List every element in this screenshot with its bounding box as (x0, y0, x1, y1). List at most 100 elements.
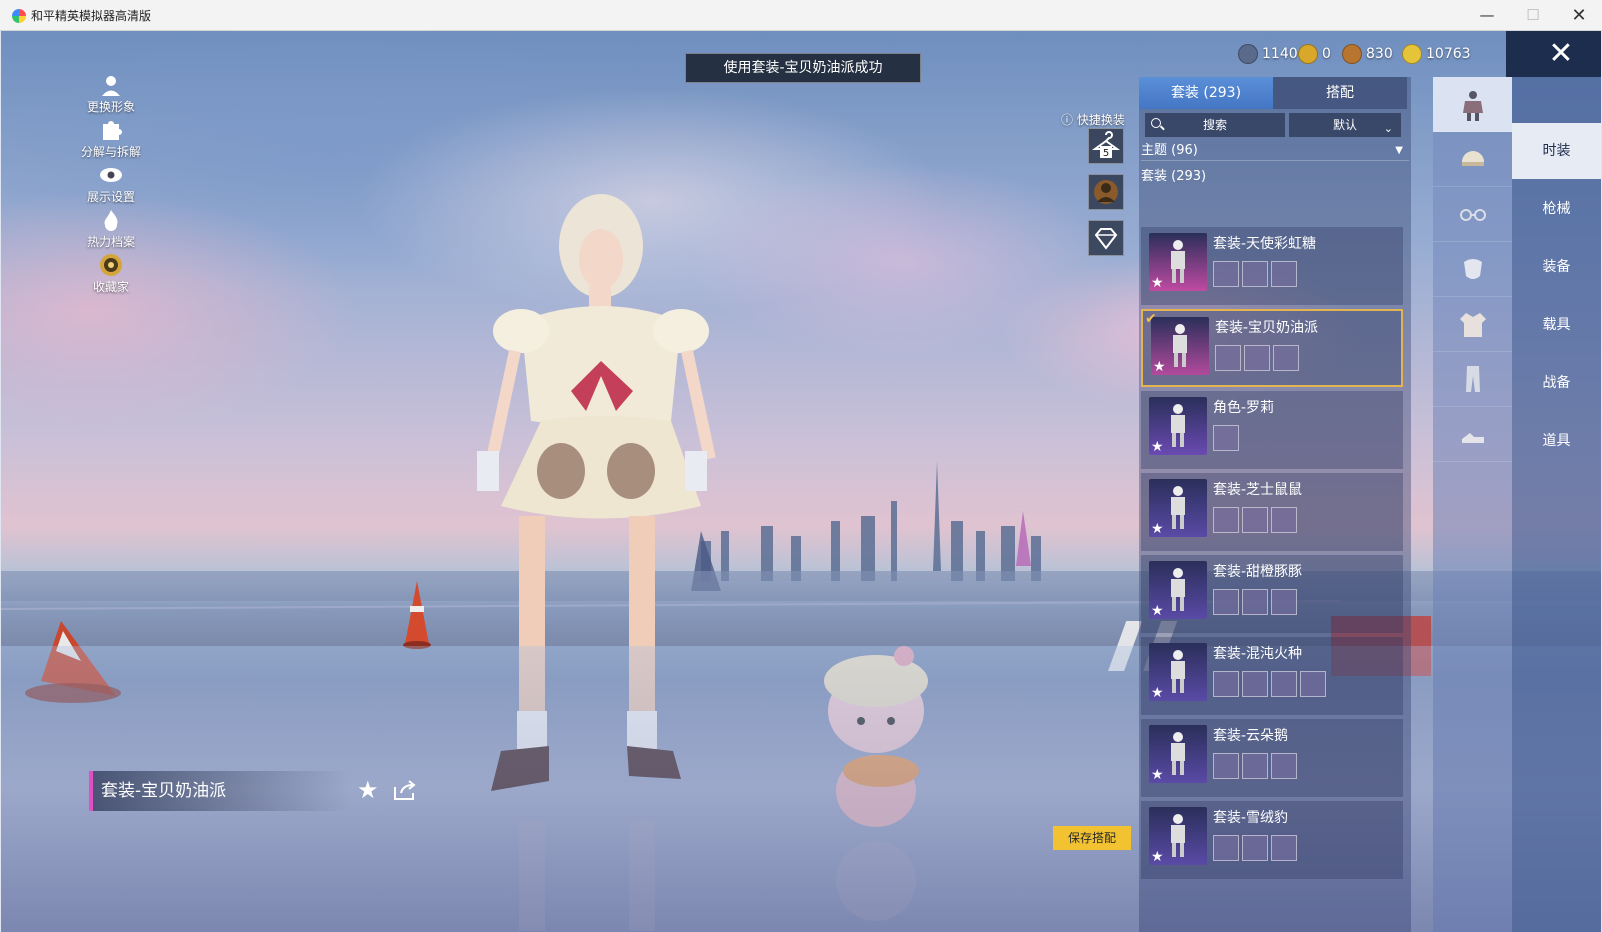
tab-vehicles[interactable]: 载具 (1512, 297, 1601, 353)
outfit-item-thumbnail[interactable] (1271, 671, 1297, 697)
theme-filter[interactable]: 主题 (96) ▼ (1141, 141, 1409, 161)
outfit-item-thumbnail[interactable] (1271, 589, 1297, 615)
outfit-card-name: 套装-混沌火种 (1213, 646, 1303, 662)
chevron-down-icon: ⌄ (1383, 122, 1393, 135)
outfit-item-thumbnail[interactable] (1242, 589, 1268, 615)
notification-toast: 使用套装-宝贝奶油派成功 (685, 53, 921, 83)
app-icon (12, 9, 26, 23)
outfit-item-thumbnail[interactable] (1215, 345, 1241, 371)
tab-fashion[interactable]: 时装 (1512, 123, 1601, 179)
outfit-item-thumbnail[interactable] (1213, 589, 1239, 615)
caret-down-icon: ▼ (1395, 145, 1403, 156)
outfit-item-slots (1213, 671, 1326, 697)
search-row: 搜索 默认 ⌄ (1145, 113, 1405, 137)
currency-value: 1140 (1262, 46, 1298, 62)
favorite-star-icon[interactable]: ★ (357, 776, 379, 804)
set-count: 套装 (293) (1141, 169, 1207, 184)
menu-heat-archive[interactable]: 热力档案 (71, 208, 151, 253)
outfit-item-thumbnail[interactable] (1273, 345, 1299, 371)
tab-sets[interactable]: 套装 (293) (1139, 77, 1273, 109)
outfit-card-name: 套装-甜橙豚豚 (1213, 564, 1303, 580)
outfit-card-name: 角色-罗莉 (1213, 400, 1275, 416)
menu-collector[interactable]: 收藏家 (71, 253, 151, 298)
rarity-star-icon: ★ (1151, 439, 1164, 455)
outfit-item-thumbnail[interactable] (1271, 753, 1297, 779)
rail-shoes[interactable] (1433, 407, 1512, 462)
outfit-item-slots (1215, 345, 1299, 371)
outfit-item-thumbnail[interactable] (1300, 671, 1326, 697)
outfit-card-name: 套装-芝士鼠鼠 (1213, 482, 1303, 498)
outfit-item-thumbnail[interactable] (1242, 671, 1268, 697)
quick-change-wardrobe-button[interactable]: 5 (1088, 128, 1124, 164)
slot-icon-rail (1433, 77, 1512, 932)
outfit-item-thumbnail[interactable] (1242, 835, 1268, 861)
outfit-thumbnail: ★ (1149, 807, 1207, 865)
panel-tabs: 套装 (293) 搭配 (1139, 77, 1411, 109)
quick-change-character-button[interactable] (1088, 174, 1124, 210)
outfit-card-name: 套装-雪绒豹 (1213, 810, 1289, 826)
minimize-button[interactable]: — (1464, 0, 1510, 31)
outfit-card[interactable]: ★ 套装-雪绒豹 (1141, 801, 1403, 879)
outfit-card[interactable]: ★ 套装-混沌火种 (1141, 637, 1403, 715)
rail-pants[interactable] (1433, 352, 1512, 407)
outfit-item-thumbnail[interactable] (1242, 507, 1268, 533)
outfit-item-thumbnail[interactable] (1213, 671, 1239, 697)
rarity-star-icon: ★ (1151, 603, 1164, 619)
outfit-card[interactable]: ★ 套装-云朵鹅 (1141, 719, 1403, 797)
search-placeholder: 搜索 (1202, 118, 1227, 132)
outfit-card[interactable]: ★ 套装-芝士鼠鼠 (1141, 473, 1403, 551)
outfit-card-name: 套装-天使彩虹糖 (1213, 236, 1317, 252)
tab-tactical[interactable]: 战备 (1512, 355, 1601, 411)
outfit-item-thumbnail[interactable] (1242, 261, 1268, 287)
maximize-button[interactable]: ☐ (1510, 0, 1556, 31)
outfit-card[interactable]: ★ ✔ 套装-宝贝奶油派 (1141, 309, 1403, 387)
hanger-icon: 5 (1091, 131, 1121, 159)
outfit-item-thumbnail[interactable] (1271, 835, 1297, 861)
menu-display-settings[interactable]: 展示设置 (71, 163, 151, 208)
outfit-item-thumbnail[interactable] (1213, 835, 1239, 861)
outfit-item-thumbnail[interactable] (1213, 261, 1239, 287)
tab-items[interactable]: 道具 (1512, 413, 1601, 469)
outfit-item-thumbnail[interactable] (1244, 345, 1270, 371)
quick-change-diamond-button[interactable] (1088, 220, 1124, 256)
shoes-icon (1462, 433, 1484, 443)
rail-glasses[interactable] (1433, 187, 1512, 242)
menu-change-avatar[interactable]: 更换形象 (71, 73, 151, 118)
tab-mix[interactable]: 搭配 (1273, 77, 1407, 109)
quick-change-text: 快捷换装 (1076, 113, 1125, 127)
outfit-item-thumbnail[interactable] (1213, 507, 1239, 533)
outfit-item-thumbnail[interactable] (1242, 753, 1268, 779)
share-icon[interactable] (393, 779, 417, 801)
help-icon[interactable]: ⓘ (1061, 113, 1073, 127)
window-title: 和平精英模拟器高清版 (31, 9, 152, 23)
menu-label: 更换形象 (86, 100, 135, 114)
outfit-item-thumbnail[interactable] (1213, 753, 1239, 779)
close-icon[interactable]: ✕ (1544, 37, 1578, 71)
outfit-thumbnail: ★ (1149, 725, 1207, 783)
rail-helmet[interactable] (1433, 132, 1512, 187)
rail-top[interactable] (1433, 297, 1512, 352)
outfit-thumbnail: ★ (1151, 317, 1209, 375)
tab-equipment[interactable]: 装备 (1512, 239, 1601, 295)
currency-value: 10763 (1426, 46, 1471, 62)
search-input[interactable]: 搜索 (1145, 113, 1285, 137)
save-outfit-button[interactable]: 保存搭配 (1053, 826, 1131, 850)
rail-mask[interactable] (1433, 242, 1512, 297)
currency-yellow: 10763 (1402, 43, 1471, 65)
menu-decompose[interactable]: 分解与拆解 (71, 118, 151, 163)
close-window-button[interactable]: ✕ (1556, 0, 1602, 31)
sort-dropdown[interactable]: 默认 ⌄ (1289, 113, 1401, 137)
rarity-star-icon: ★ (1151, 275, 1164, 291)
character-silhouette-icon (1094, 180, 1118, 204)
outfit-card[interactable]: ★ 套装-甜橙豚豚 (1141, 555, 1403, 633)
tab-weapons[interactable]: 枪械 (1512, 181, 1601, 237)
rail-outfit[interactable] (1433, 77, 1512, 132)
outfit-item-thumbnail[interactable] (1213, 425, 1239, 451)
svg-text:5: 5 (1103, 148, 1109, 159)
outfit-card[interactable]: ★ 角色-罗莉 (1141, 391, 1403, 469)
left-menu: 更换形象 分解与拆解 展示设置 热力档案 收藏家 (71, 73, 151, 298)
outfit-item-thumbnail[interactable] (1271, 507, 1297, 533)
outfit-card[interactable]: ★ 套装-天使彩虹糖 (1141, 227, 1403, 305)
outfit-item-thumbnail[interactable] (1271, 261, 1297, 287)
menu-label: 热力档案 (86, 235, 135, 249)
